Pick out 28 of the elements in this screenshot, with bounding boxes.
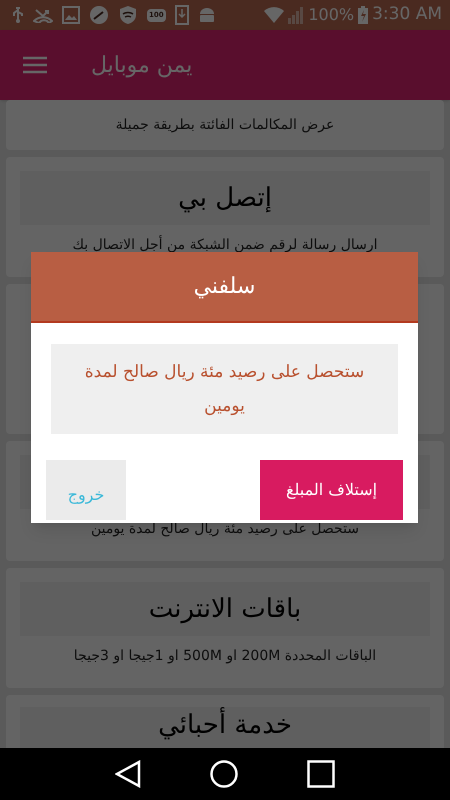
exit-button[interactable]: خروج	[46, 460, 126, 520]
card-description: ارسال رسالة لرقم ضمن الشبكة من أجل الاتصال بك	[72, 235, 378, 255]
borrow-button[interactable]: إستلاف المبلغ	[260, 460, 403, 520]
usb-icon	[12, 6, 24, 24]
wifi-icon	[264, 7, 284, 23]
card-description: الباقات المحددة 200M او 500M او 1جيجا او 3جيجا	[74, 647, 376, 666]
clock: 3:30 AM	[372, 3, 442, 26]
missed-call-icon	[33, 7, 53, 23]
card-title: إتصل بي	[20, 171, 430, 225]
back-icon[interactable]	[114, 760, 141, 788]
battery-percent: 100%	[308, 4, 354, 26]
card-title: باقات الانترنت	[20, 582, 430, 636]
download-icon	[174, 5, 189, 25]
card-description: عرض المكالمات الفائتة بطريقة جميلة	[116, 116, 334, 134]
recents-icon[interactable]	[307, 760, 336, 788]
battery-charging-icon	[358, 6, 368, 24]
service-card[interactable]: باقات الانترنت الباقات المحددة 200M او 500M او 1جيجا او 3جيجا	[6, 568, 444, 688]
service-card[interactable]: عرض المكالمات الفائتة بطريقة جميلة	[6, 100, 444, 150]
shield-icon	[118, 5, 138, 25]
app-title: يمن موبايل	[91, 52, 192, 80]
image-icon	[62, 6, 80, 24]
home-icon[interactable]	[210, 760, 238, 788]
service-card[interactable]: خدمة أحبائي	[6, 695, 444, 748]
card-title: خدمة أحبائي	[20, 707, 430, 748]
dialog-message: ستحصل على رصيد مئة ريال صالح لمدة يومين	[51, 344, 398, 434]
android-icon	[198, 7, 216, 23]
dialog-title: سلفني	[31, 252, 418, 323]
card-description: ستحصل على رصيد مئة ريال صالح لمدة يومين	[90, 520, 360, 539]
